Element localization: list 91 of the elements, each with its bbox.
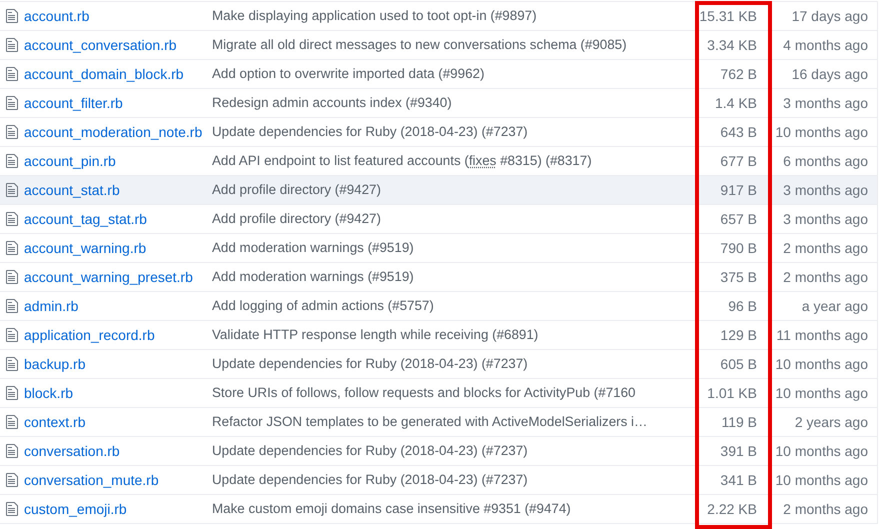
file-size: 2.22 KB xyxy=(707,500,757,516)
file-size: 375 B xyxy=(720,268,757,284)
commit-age: 17 days ago xyxy=(792,8,868,24)
file-icon xyxy=(6,211,18,227)
commit-message[interactable]: Add moderation warnings (#9519) xyxy=(212,269,414,284)
commit-age: 10 months ago xyxy=(775,472,868,488)
commit-age: 16 days ago xyxy=(792,66,868,82)
file-size: 341 B xyxy=(720,472,757,488)
commit-message[interactable]: Update dependencies for Ruby (2018-04-23) (#7237) xyxy=(212,356,528,372)
commit-message[interactable]: Add option to overwrite imported data (#9962) xyxy=(212,66,484,82)
commit-message[interactable]: Update dependencies for Ruby (2018-04-23) (#7237) xyxy=(212,124,528,140)
file-link[interactable]: account.rb xyxy=(24,8,90,24)
file-link[interactable]: account_tag_stat.rb xyxy=(24,210,147,226)
file-size: 762 B xyxy=(720,66,757,82)
commit-message[interactable]: Add API endpoint to list featured accounts (fixes #8315) (#8317) xyxy=(212,153,592,168)
commit-message[interactable]: Update dependencies for Ruby (2018-04-23) (#7237) xyxy=(212,443,528,458)
commit-message[interactable]: Store URIs of follows, follow requests and blocks for ActivityPub (#7160 xyxy=(212,385,636,400)
file-size: 657 B xyxy=(720,210,757,226)
commit-message[interactable]: Add profile directory (#9427) xyxy=(212,182,381,198)
file-icon xyxy=(6,95,18,111)
issue-link[interactable]: fixes xyxy=(468,153,496,168)
file-size: 129 B xyxy=(720,326,757,342)
file-icon xyxy=(6,8,18,24)
file-link[interactable]: context.rb xyxy=(24,414,86,430)
file-size: 677 B xyxy=(720,152,757,168)
commit-age: 2 months ago xyxy=(783,268,868,284)
commit-age: 2 months ago xyxy=(783,500,868,516)
file-icon xyxy=(6,66,18,82)
file-link[interactable]: account_stat.rb xyxy=(24,182,120,198)
commit-age: 2 months ago xyxy=(783,240,868,256)
file-size: 3.34 KB xyxy=(707,36,757,52)
file-icon xyxy=(6,153,18,169)
commit-message[interactable]: Make custom emoji domains case insensitive #9351 (#9474) xyxy=(212,501,571,516)
commit-age: 10 months ago xyxy=(775,384,868,400)
commit-age: a year ago xyxy=(802,298,868,314)
commit-message[interactable]: Add moderation warnings (#9519) xyxy=(212,240,414,256)
commit-age: 10 months ago xyxy=(775,442,868,458)
file-link[interactable]: block.rb xyxy=(24,384,74,400)
file-size: 391 B xyxy=(720,442,757,458)
file-icon xyxy=(6,443,18,459)
file-size: 605 B xyxy=(720,356,757,372)
file-icon xyxy=(6,37,18,53)
commit-message[interactable]: Add logging of admin actions (#5757) xyxy=(212,298,434,314)
file-size: 1.01 KB xyxy=(707,384,757,400)
commit-message[interactable]: Make displaying application used to toot opt-in (#9897) xyxy=(212,8,537,24)
file-icon xyxy=(6,240,18,256)
file-size: 15.31 KB xyxy=(699,8,757,24)
file-link[interactable]: account_domain_block.rb xyxy=(24,66,184,82)
file-size: 917 B xyxy=(720,182,757,198)
file-link[interactable]: account_pin.rb xyxy=(24,152,116,168)
commit-age: 6 months ago xyxy=(783,152,868,168)
commit-message[interactable]: Refactor JSON templates to be generated with ActiveModelSerializers i… xyxy=(212,414,648,430)
commit-message[interactable]: Migrate all old direct messages to new conversations schema (#9085) xyxy=(212,37,627,52)
file-link[interactable]: account_moderation_note.rb xyxy=(24,124,202,140)
file-icon xyxy=(6,327,18,343)
file-size: 96 B xyxy=(728,298,757,314)
commit-message[interactable]: Validate HTTP response length while receiving (#6891) xyxy=(212,327,538,342)
file-icon xyxy=(6,472,18,488)
file-link[interactable]: account_warning.rb xyxy=(24,240,146,256)
commit-age: 3 months ago xyxy=(783,182,868,198)
commit-age: 3 months ago xyxy=(783,94,868,110)
commit-message[interactable]: Update dependencies for Ruby (2018-04-23) (#7237) xyxy=(212,472,528,488)
file-icon xyxy=(6,269,18,285)
commit-message[interactable]: Redesign admin accounts index (#9340) xyxy=(212,95,452,110)
file-icon xyxy=(6,182,18,198)
commit-age: 2 years ago xyxy=(794,414,868,430)
file-link[interactable]: account_conversation.rb xyxy=(24,36,177,52)
file-icon xyxy=(6,385,18,401)
file-link[interactable]: account_filter.rb xyxy=(24,94,123,110)
commit-age: 3 months ago xyxy=(783,210,868,226)
file-icon xyxy=(6,414,18,430)
file-icon xyxy=(6,501,18,517)
file-size: 643 B xyxy=(720,124,757,140)
commit-age: 10 months ago xyxy=(775,124,868,140)
file-link[interactable]: conversation_mute.rb xyxy=(24,472,159,488)
file-link[interactable]: account_warning_preset.rb xyxy=(24,268,193,284)
file-link[interactable]: application_record.rb xyxy=(24,326,155,342)
file-size: 119 B xyxy=(721,414,757,430)
file-link[interactable]: custom_emoji.rb xyxy=(24,500,127,516)
file-icon xyxy=(6,124,18,140)
file-link[interactable]: admin.rb xyxy=(24,298,78,314)
file-icon xyxy=(6,298,18,314)
file-link[interactable]: conversation.rb xyxy=(24,442,120,458)
file-link[interactable]: backup.rb xyxy=(24,356,86,372)
file-size: 1.4 KB xyxy=(714,94,757,110)
commit-age: 10 months ago xyxy=(775,356,868,372)
file-size: 790 B xyxy=(720,240,757,256)
commit-message[interactable]: Add profile directory (#9427) xyxy=(212,211,381,226)
commit-age: 4 months ago xyxy=(783,36,868,52)
commit-age: 11 months ago xyxy=(776,326,868,342)
file-icon xyxy=(6,356,18,372)
